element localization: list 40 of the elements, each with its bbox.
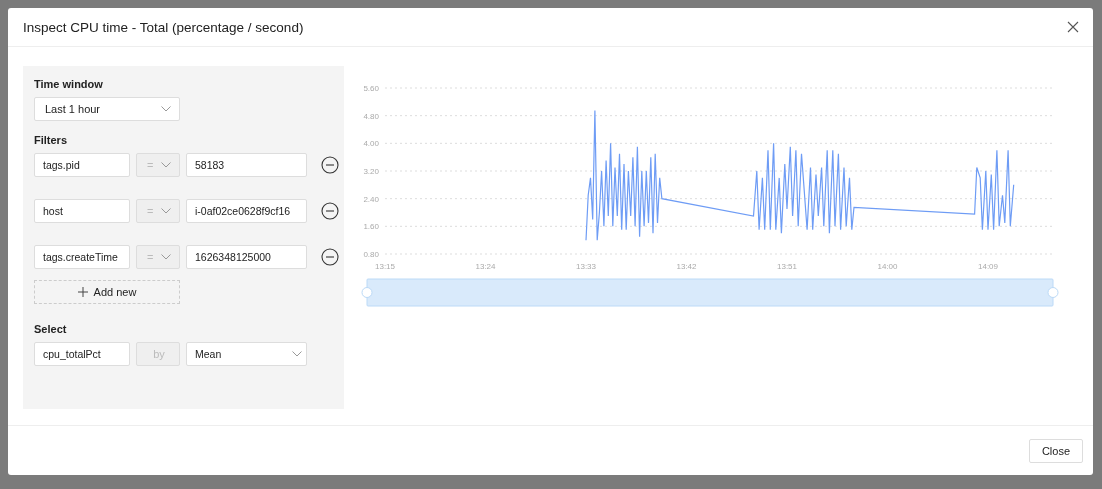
y-axis-label: 4.00 — [363, 139, 379, 149]
chevron-down-icon — [161, 208, 171, 214]
aggregate-dropdown[interactable]: Mean — [186, 342, 307, 366]
section-label: Select — [34, 323, 68, 335]
filter-field[interactable]: tags.createTime — [34, 245, 130, 269]
x-axis-label: 13:15 — [375, 262, 395, 271]
chevron-down-icon — [292, 351, 302, 357]
x-axis-label: 14:00 — [877, 262, 898, 271]
chevron-down-icon — [161, 106, 171, 112]
remove-icon[interactable] — [321, 248, 339, 266]
y-axis-label: 0.80 — [363, 250, 379, 259]
section-label: Time window — [34, 78, 104, 90]
y-axis-label: 1.60 — [363, 222, 379, 232]
x-axis-label: 13:33 — [576, 262, 596, 271]
close-icon[interactable] — [1067, 21, 1079, 33]
add-new-button[interactable]: Add new — [34, 280, 180, 304]
time-window-dropdown[interactable]: Last 1 hour — [34, 97, 180, 121]
filter-value[interactable]: 58183 — [186, 153, 307, 177]
chevron-down-icon — [161, 254, 171, 260]
chevron-down-icon — [161, 162, 171, 168]
close-button[interactable]: Close — [1028, 438, 1083, 463]
filter-value[interactable]: i-0af02ce0628f9cf16 — [186, 199, 307, 223]
x-axis-label: 13:24 — [475, 262, 496, 271]
filter-field[interactable]: host — [34, 199, 130, 223]
range-slider[interactable] — [361, 278, 1059, 307]
remove-icon[interactable] — [321, 202, 339, 220]
x-axis-label: 13:51 — [777, 262, 797, 271]
x-axis-label: 14:09 — [978, 262, 998, 271]
dialog-title: Inspect CPU time - Total (percentage / second) — [23, 19, 304, 35]
remove-icon[interactable] — [321, 156, 339, 174]
y-axis-label: 4.80 — [363, 111, 379, 121]
section-label: Filters — [34, 134, 68, 146]
metric-field[interactable]: cpu_totalPct — [34, 342, 130, 366]
plus-icon — [77, 287, 88, 297]
y-axis-label: 5.60 — [363, 84, 379, 93]
filter-value[interactable]: 1626348125000 — [186, 245, 307, 269]
y-axis-label: 2.40 — [363, 194, 379, 204]
filter-field[interactable]: tags.pid — [34, 153, 130, 177]
x-axis-label: 13:42 — [676, 262, 697, 271]
y-axis-label: 3.20 — [363, 167, 379, 176]
